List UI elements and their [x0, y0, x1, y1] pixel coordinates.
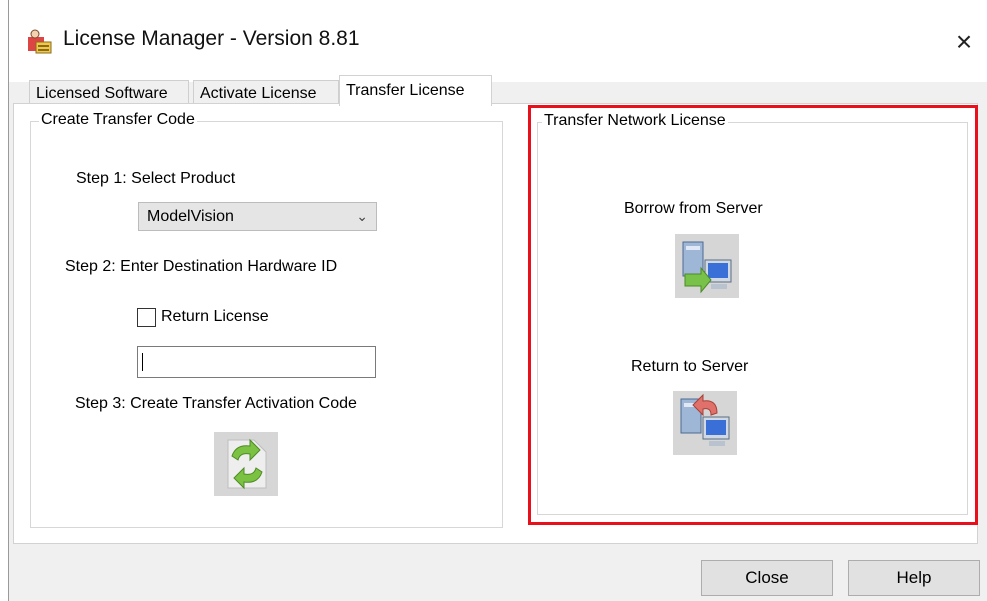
product-select[interactable]: ModelVision ⌄	[138, 202, 377, 231]
create-transfer-code-group: Create Transfer Code Step 1: Select Prod…	[30, 111, 503, 528]
transfer-code-icon	[227, 438, 267, 490]
transfer-network-license-group: Transfer Network License Borrow from Ser…	[537, 112, 968, 515]
return-license-checkbox[interactable]	[137, 308, 156, 327]
window-close-icon[interactable]: ×	[944, 22, 984, 62]
text-caret	[142, 353, 143, 371]
create-transfer-code-title: Create Transfer Code	[39, 111, 197, 129]
transfer-license-panel: Create Transfer Code Step 1: Select Prod…	[13, 103, 978, 544]
return-computers-icon	[680, 393, 730, 446]
license-manager-app-icon	[28, 29, 52, 54]
step2-label: Step 2: Enter Destination Hardware ID	[65, 258, 338, 275]
step3-label: Step 3: Create Transfer Activation Code	[75, 395, 357, 412]
return-license-label: Return License	[161, 308, 269, 325]
create-transfer-code-button[interactable]	[214, 432, 278, 496]
hardware-id-input[interactable]	[137, 346, 376, 378]
tab-transfer-license[interactable]: Transfer License	[339, 75, 492, 106]
borrow-from-server-button[interactable]	[675, 234, 739, 298]
help-button[interactable]: Help	[848, 560, 980, 596]
tab-licensed-software[interactable]: Licensed Software	[29, 80, 189, 105]
product-select-value: ModelVision	[147, 208, 234, 225]
return-to-server-button[interactable]	[673, 391, 737, 455]
close-button[interactable]: Close	[701, 560, 833, 596]
step1-label: Step 1: Select Product	[76, 170, 236, 187]
window-title: License Manager - Version 8.81	[63, 27, 360, 50]
borrow-computers-icon	[682, 241, 732, 294]
transfer-network-license-title: Transfer Network License	[542, 112, 728, 130]
title-bar: License Manager - Version 8.81 ×	[9, 0, 987, 82]
return-to-server-label: Return to Server	[631, 358, 749, 375]
license-manager-window: License Manager - Version 8.81 × License…	[8, 0, 987, 601]
borrow-from-server-label: Borrow from Server	[624, 200, 763, 217]
chevron-down-icon: ⌄	[356, 208, 368, 224]
tab-activate-license[interactable]: Activate License	[193, 80, 339, 105]
network-license-highlight: Transfer Network License Borrow from Ser…	[528, 105, 978, 525]
